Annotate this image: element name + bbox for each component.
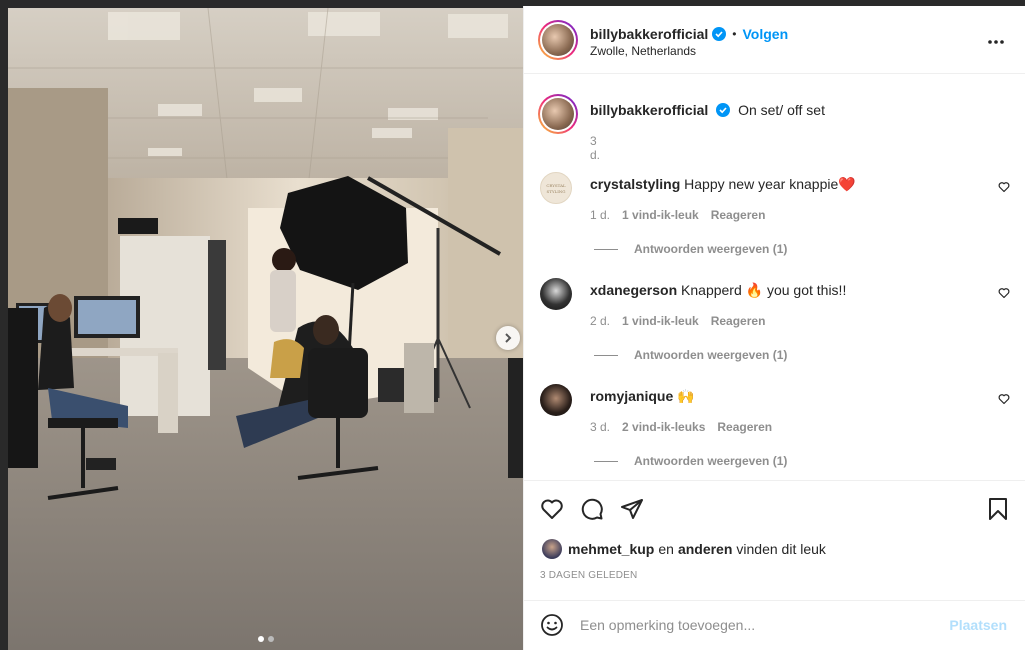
- carousel-dot: [268, 636, 274, 642]
- comment-item: xdanegerson Knapperd 🔥 you got this!! 2 …: [540, 278, 1010, 384]
- svg-text:CRYSTAL: CRYSTAL: [546, 183, 566, 188]
- emoji-button[interactable]: [540, 613, 564, 640]
- likes-others-link[interactable]: anderen: [678, 541, 732, 557]
- share-button[interactable]: [618, 495, 646, 523]
- comment-input[interactable]: [580, 610, 940, 640]
- reply-button[interactable]: Reageren: [717, 420, 772, 434]
- more-options-icon: [988, 40, 1004, 44]
- add-comment-bar: Plaatsen: [524, 600, 1025, 650]
- share-icon: [621, 499, 643, 519]
- caption-text: On set/ off set: [738, 102, 825, 118]
- likes-connector: en: [658, 541, 674, 557]
- post-photo[interactable]: [8, 8, 523, 650]
- like-button[interactable]: [538, 495, 566, 523]
- comment-like-button[interactable]: [998, 392, 1010, 408]
- comment-like-button[interactable]: [998, 180, 1010, 196]
- comment-likes[interactable]: 1 vind-ik-leuk: [622, 314, 699, 328]
- comment-likes[interactable]: 2 vind-ik-leuks: [622, 420, 705, 434]
- comment-item: romyjanique 🙌 3 d. 2 vind-ik-leuks Reage…: [540, 384, 1010, 480]
- verified-badge-icon: [712, 27, 727, 41]
- caption-time[interactable]: 3 d.: [590, 134, 600, 162]
- comment-text: Happy new year knappie❤️: [684, 176, 856, 192]
- author-username[interactable]: billybakkerofficial: [590, 26, 708, 42]
- likes-suffix: vinden dit leuk: [736, 541, 826, 557]
- comment-username[interactable]: crystalstyling: [590, 176, 680, 192]
- comment-time[interactable]: 2 d.: [590, 314, 610, 328]
- save-icon: [989, 498, 1007, 520]
- more-options-button[interactable]: [987, 32, 1005, 48]
- commenter-avatar[interactable]: [540, 384, 572, 416]
- follow-button[interactable]: Volgen: [742, 26, 788, 42]
- liker-avatar[interactable]: [542, 539, 562, 559]
- view-replies-button[interactable]: Antwoorden weergeven (1): [594, 454, 787, 468]
- view-replies-label: Antwoorden weergeven (1): [634, 348, 788, 362]
- svg-text:STYLING: STYLING: [547, 189, 566, 194]
- reply-button[interactable]: Reageren: [711, 314, 766, 328]
- comment-like-button[interactable]: [998, 286, 1010, 302]
- comment-text: 🙌: [677, 388, 695, 404]
- heart-icon: [998, 182, 1010, 193]
- commenter-avatar[interactable]: [540, 278, 572, 310]
- studio-photo-image: [8, 8, 523, 650]
- post-details-panel: billybakkerofficial • Volgen Zwolle, Net…: [523, 6, 1025, 650]
- post-comment-button[interactable]: Plaatsen: [949, 617, 1007, 633]
- post-date[interactable]: 3 DAGEN GELEDEN: [540, 570, 637, 581]
- post-actions: mehmet_kup en anderen vinden dit leuk 3 …: [524, 480, 1025, 600]
- verified-badge-icon: [716, 103, 731, 117]
- commenter-avatar[interactable]: CRYSTAL STYLING: [540, 172, 572, 204]
- post-location[interactable]: Zwolle, Netherlands: [590, 44, 696, 58]
- post-header: billybakkerofficial • Volgen Zwolle, Net…: [524, 6, 1025, 74]
- heart-icon: [998, 288, 1010, 299]
- comment-likes[interactable]: 1 vind-ik-leuk: [622, 208, 699, 222]
- comment-username[interactable]: xdanegerson: [590, 282, 677, 298]
- comment-item: CRYSTAL STYLING crystalstyling Happy new…: [540, 172, 1010, 278]
- heart-icon: [998, 394, 1010, 405]
- liker-username[interactable]: mehmet_kup: [568, 541, 654, 557]
- separator-bullet: •: [732, 27, 737, 41]
- emoji-icon: [541, 614, 563, 636]
- view-replies-label: Antwoorden weergeven (1): [634, 242, 788, 256]
- next-image-button[interactable]: [496, 326, 520, 350]
- caption-username[interactable]: billybakkerofficial: [590, 102, 708, 118]
- author-row: billybakkerofficial • Volgen: [590, 26, 788, 42]
- comment-time[interactable]: 1 d.: [590, 208, 610, 222]
- carousel-indicator: [258, 636, 274, 642]
- comment-button[interactable]: [578, 495, 606, 523]
- save-button[interactable]: [984, 495, 1012, 523]
- caption-author-avatar[interactable]: [538, 94, 578, 134]
- crystal-styling-logo-icon: CRYSTAL STYLING: [546, 183, 566, 194]
- comment-username[interactable]: romyjanique: [590, 388, 673, 404]
- author-avatar[interactable]: [538, 20, 578, 60]
- comments-list[interactable]: billybakkerofficial On set/ off set 3 d.…: [524, 74, 1025, 480]
- comment-icon: [581, 498, 603, 520]
- comment-text: Knapperd 🔥 you got this!!: [681, 282, 847, 298]
- view-replies-label: Antwoorden weergeven (1): [634, 454, 788, 468]
- carousel-dot: [258, 636, 264, 642]
- comment-time[interactable]: 3 d.: [590, 420, 610, 434]
- likes-summary: mehmet_kup en anderen vinden dit leuk: [542, 539, 826, 559]
- reply-button[interactable]: Reageren: [711, 208, 766, 222]
- view-replies-button[interactable]: Antwoorden weergeven (1): [594, 348, 787, 362]
- view-replies-button[interactable]: Antwoorden weergeven (1): [594, 242, 787, 256]
- chevron-right-icon: [505, 333, 512, 343]
- heart-icon: [541, 499, 563, 519]
